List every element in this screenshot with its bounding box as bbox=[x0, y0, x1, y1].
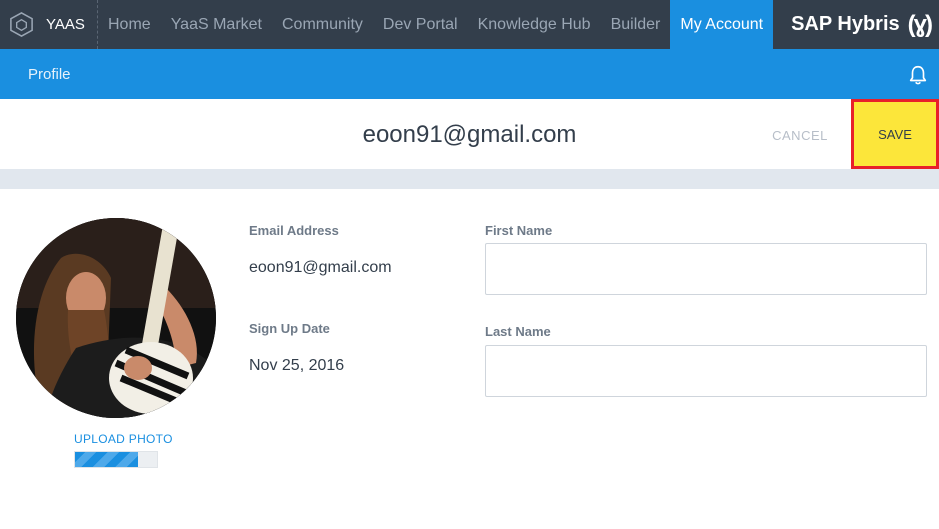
profile-photo bbox=[16, 218, 216, 418]
save-button[interactable]: SAVE bbox=[851, 99, 939, 169]
section-divider bbox=[0, 169, 939, 189]
top-navigation: YAAS Home YaaS Market Community Dev Port… bbox=[0, 0, 939, 49]
cancel-button[interactable]: CANCEL bbox=[758, 123, 842, 147]
upload-progress-bar bbox=[74, 451, 158, 468]
cube-icon bbox=[10, 12, 33, 37]
logo-text: SAP Hybris bbox=[791, 13, 900, 35]
first-name-label: First Name bbox=[485, 223, 553, 238]
email-label: Email Address bbox=[249, 223, 339, 238]
logo-badge: (ɣ) bbox=[907, 10, 933, 38]
nav-item-yaas-market[interactable]: YaaS Market bbox=[161, 0, 272, 49]
yaas-brand[interactable]: YAAS bbox=[0, 0, 98, 49]
signup-date-value: Nov 25, 2016 bbox=[249, 357, 345, 374]
nav-item-home[interactable]: Home bbox=[98, 0, 161, 49]
upload-photo-link[interactable]: UPLOAD PHOTO bbox=[74, 432, 173, 446]
sap-hybris-logo[interactable]: SAP Hybris (ɣ) bbox=[791, 0, 939, 49]
last-name-label: Last Name bbox=[485, 324, 551, 339]
brand-name: YAAS bbox=[46, 16, 85, 33]
nav-item-dev-portal[interactable]: Dev Portal bbox=[373, 0, 468, 49]
profile-subbar: Profile bbox=[0, 49, 939, 99]
upload-progress-fill bbox=[75, 452, 139, 467]
signup-date-label: Sign Up Date bbox=[249, 321, 330, 336]
nav-item-my-account[interactable]: My Account bbox=[670, 0, 774, 49]
bell-icon[interactable] bbox=[907, 64, 929, 86]
subbar-title: Profile bbox=[28, 65, 71, 83]
nav-item-knowledge-hub[interactable]: Knowledge Hub bbox=[468, 0, 601, 49]
nav-item-builder[interactable]: Builder bbox=[601, 0, 671, 49]
page-header: eoon91@gmail.com CANCEL SAVE bbox=[0, 99, 939, 169]
avatar bbox=[16, 218, 216, 418]
first-name-input[interactable] bbox=[485, 243, 927, 295]
last-name-input[interactable] bbox=[485, 345, 927, 397]
email-value: eoon91@gmail.com bbox=[249, 259, 392, 276]
nav-item-community[interactable]: Community bbox=[272, 0, 373, 49]
